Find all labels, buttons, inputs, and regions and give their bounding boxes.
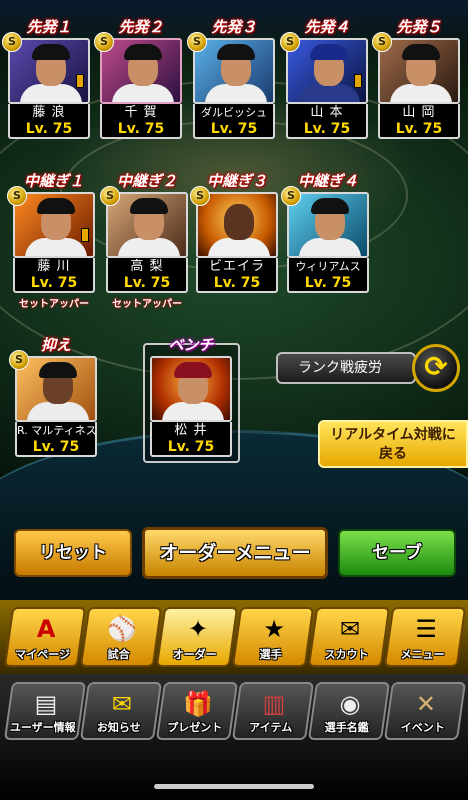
- event-bats-icon: ✕: [415, 690, 437, 718]
- slot-label: 中継ぎ４: [297, 172, 358, 190]
- return-to-realtime-button[interactable]: リアルタイム対戦に 戻る: [318, 420, 468, 468]
- player-level: Lv. 75: [150, 439, 232, 457]
- menu-user-info[interactable]: ▤ ユーザー情報: [3, 682, 87, 740]
- player-portrait: [15, 356, 97, 422]
- user-info-icon: ▤: [34, 690, 58, 718]
- player-name: 松 井: [150, 422, 232, 439]
- player-portrait: [150, 356, 232, 422]
- slot-label: 先発３: [211, 18, 257, 36]
- role-label: セットアッパー: [19, 299, 89, 310]
- player-portrait: [286, 38, 368, 104]
- menu-news[interactable]: ✉ お知らせ: [79, 682, 163, 740]
- rank-badge-icon: S: [187, 32, 207, 52]
- player-name: 高 梨: [106, 258, 188, 275]
- reset-button[interactable]: リセット: [14, 529, 132, 577]
- player-portrait: [193, 38, 275, 104]
- rank-badge-icon: S: [2, 32, 22, 52]
- menu-scout[interactable]: ✉ スカウト: [307, 607, 391, 667]
- player-name: ビエイラ: [196, 258, 278, 275]
- refresh-icon[interactable]: ⟳: [412, 344, 460, 392]
- player-level: Lv. 75: [8, 121, 90, 139]
- menu-event[interactable]: ✕ イベント: [383, 682, 467, 740]
- rank-badge-icon: S: [190, 186, 210, 206]
- player-name: 山 岡: [378, 104, 460, 121]
- menu-present[interactable]: 🎁 プレゼント: [155, 682, 239, 740]
- slot-label: 中継ぎ３: [206, 172, 267, 190]
- player-level: Lv. 75: [100, 121, 182, 139]
- order-menu-button[interactable]: オーダーメニュー: [142, 527, 328, 579]
- player-level: Lv. 75: [287, 275, 369, 293]
- slot-label: 中継ぎ１: [23, 172, 84, 190]
- player-name: ウィリアムス: [287, 258, 369, 275]
- player-icon: ★: [263, 615, 285, 643]
- rank-fatigue-button[interactable]: ランク戦疲労: [276, 352, 416, 384]
- slot-label: ベンチ: [168, 336, 214, 354]
- player-name: 山 本: [286, 104, 368, 121]
- player-directory-icon: ◉: [339, 690, 361, 718]
- slot-label: 中継ぎ２: [116, 172, 177, 190]
- save-button[interactable]: セーブ: [338, 529, 456, 577]
- menu-game[interactable]: ⚾ 試合: [79, 607, 163, 667]
- player-level: Lv. 75: [196, 275, 278, 293]
- rank-badge-icon: S: [100, 186, 120, 206]
- menu-items[interactable]: ▥ アイテム: [231, 682, 315, 740]
- rank-badge-icon: S: [94, 32, 114, 52]
- realtime-label-line1: リアルタイム対戦に: [330, 427, 456, 443]
- menu-menu[interactable]: ☰ メニュー: [383, 607, 467, 667]
- rank-badge-icon: S: [372, 32, 392, 52]
- player-portrait: [8, 38, 90, 104]
- gift-icon: 🎁: [183, 690, 213, 718]
- player-name: ダルビッシュ: [193, 104, 275, 121]
- slot-label: 抑え: [40, 336, 71, 354]
- player-level: Lv. 75: [193, 121, 275, 139]
- slot-label: 先発１: [26, 18, 72, 36]
- rank-badge-icon: S: [281, 186, 301, 206]
- player-level: Lv. 75: [15, 439, 97, 457]
- menu-player-directory[interactable]: ◉ 選手名鑑: [307, 682, 391, 740]
- mypage-icon: A: [36, 615, 56, 643]
- player-level: Lv. 75: [286, 121, 368, 139]
- player-portrait: [287, 192, 369, 258]
- realtime-label-line2: 戻る: [379, 446, 407, 462]
- item-icon: ▥: [262, 690, 286, 718]
- rank-badge-icon: S: [280, 32, 300, 52]
- rank-fatigue-label: ランク戦疲労: [298, 360, 382, 376]
- player-portrait: [196, 192, 278, 258]
- news-icon: ✉: [111, 690, 133, 718]
- scout-icon: ✉: [340, 615, 361, 643]
- rank-badge-icon: S: [9, 350, 29, 370]
- player-name: 藤 浪: [8, 104, 90, 121]
- menu-icon: ☰: [415, 615, 437, 643]
- player-portrait: [106, 192, 188, 258]
- player-portrait: [13, 192, 95, 258]
- role-label: セットアッパー: [112, 299, 182, 310]
- slot-label: 先発４: [304, 18, 350, 36]
- player-level: Lv. 75: [13, 275, 95, 293]
- baseball-diamond-icon: ⚾: [107, 615, 138, 643]
- player-name: R. マルティネス: [15, 422, 97, 439]
- player-name: 藤 川: [13, 258, 95, 275]
- home-indicator: [154, 784, 314, 789]
- rank-badge-icon: S: [7, 186, 27, 206]
- order-icon: ✦: [188, 615, 209, 643]
- slot-label: 先発２: [118, 18, 164, 36]
- slot-label: 先発５: [396, 18, 442, 36]
- player-level: Lv. 75: [378, 121, 460, 139]
- menu-players[interactable]: ★ 選手: [231, 607, 315, 667]
- player-portrait: [378, 38, 460, 104]
- menu-order[interactable]: ✦ オーダー: [155, 607, 239, 667]
- player-level: Lv. 75: [106, 275, 188, 293]
- player-name: 千 賀: [100, 104, 182, 121]
- menu-mypage[interactable]: A マイページ: [3, 607, 87, 667]
- player-portrait: [100, 38, 182, 104]
